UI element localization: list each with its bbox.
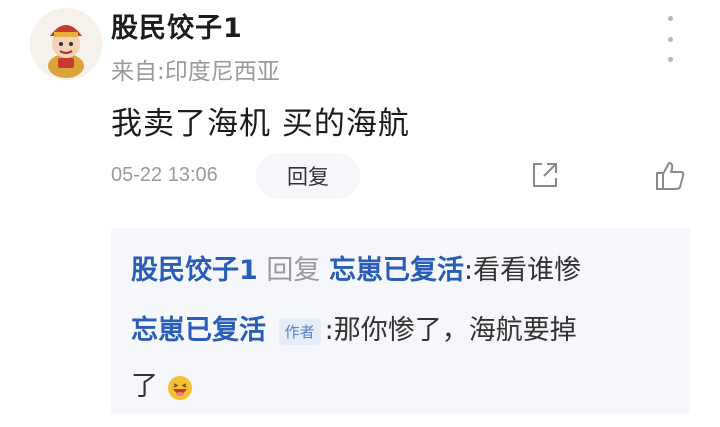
location-label: 来自:印度尼西亚 — [111, 59, 280, 85]
reply-button[interactable]: 回复 — [256, 153, 360, 199]
reply-to-username[interactable]: 忘崽已复活 — [329, 255, 464, 286]
thumbs-up-icon[interactable] — [654, 160, 686, 192]
more-options-button[interactable] — [660, 16, 680, 62]
reply-text: 了 — [131, 371, 158, 402]
reply-text: 看看谁惨 — [473, 255, 582, 286]
separator: : — [324, 315, 334, 346]
comment-timestamp: 05-22 13:06 — [111, 164, 218, 186]
reply-from-username[interactable]: 忘崽已复活 — [131, 315, 266, 346]
reply-from-username[interactable]: 股民饺子1 — [131, 255, 258, 286]
laughing-emoji-icon — [167, 375, 193, 401]
separator: : — [463, 255, 474, 286]
reply-text: 那你惨了，海航要掉 — [333, 315, 577, 346]
reply-word: 回复 — [266, 255, 321, 286]
avatar[interactable] — [30, 8, 102, 80]
reply-box: 股民饺子1 回复 忘崽已复活:看看谁惨 忘崽已复活 作者:那你惨了，海航要掉 了 — [111, 228, 690, 414]
reply-continuation: 了 — [131, 364, 193, 403]
author-badge: 作者 — [278, 318, 321, 345]
more-vertical-icon — [667, 16, 673, 21]
reply-item: 忘崽已复活 作者:那你惨了，海航要掉 — [131, 308, 577, 347]
share-icon[interactable] — [530, 160, 560, 190]
reply-item: 股民饺子1 回复 忘崽已复活:看看谁惨 — [131, 248, 581, 287]
comment-text: 我卖了海机 买的海航 — [111, 106, 410, 142]
username[interactable]: 股民饺子1 — [111, 6, 243, 45]
